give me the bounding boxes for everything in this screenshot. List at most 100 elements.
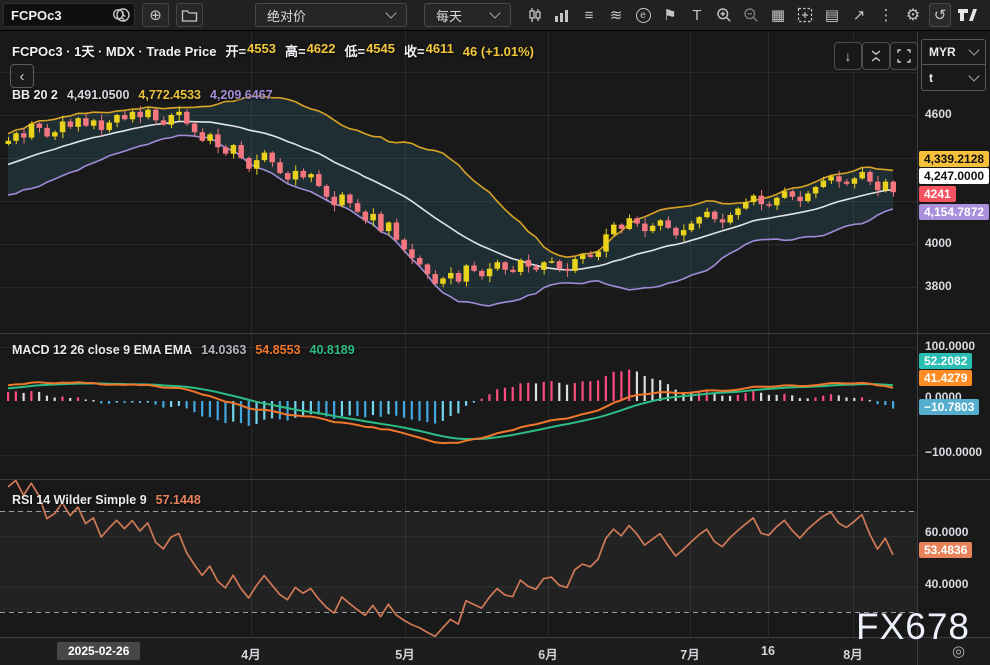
candles-style-icon[interactable] [524, 3, 546, 27]
folder-icon [181, 8, 198, 23]
time-axis-label: 6月 [513, 644, 583, 663]
trading-chart-app: FCPOc3 ⊕ 绝对价 每天 ≡≋e⚑T▦▤↗⋮⚙↺ FCPOc3 · 1 [0, 0, 990, 665]
ohlc-pair: 收=4611 [404, 41, 454, 60]
indicator-value: 4,209.6467 [210, 88, 273, 102]
ohlc-values: 开=4553 高=4622 低=4545 收=4611 [225, 41, 453, 60]
time-axis-label: 16 [733, 644, 803, 658]
axis-tick: 4000 [925, 236, 952, 250]
ohlc-label: 高= [285, 41, 306, 60]
axis-tick: −100.0000 [925, 445, 982, 459]
chevron-left-icon: ‹ [20, 68, 25, 85]
ohlc-value: 4622 [307, 41, 336, 60]
screenshot-icon[interactable] [794, 3, 816, 27]
ohlc-value: 4553 [247, 41, 276, 60]
add-symbol-button[interactable]: ⊕ [142, 3, 169, 27]
axis-value-badge: 4241 [919, 186, 956, 202]
bb-indicator-legend[interactable]: BB 20 2 4,491.0500 4,772.4533 4,209.6467 [12, 88, 273, 102]
price-axis-separator[interactable] [917, 30, 918, 665]
axis-tick: 100.0000 [925, 339, 975, 353]
fullscreen-pane-button[interactable] [890, 42, 918, 70]
back-button[interactable]: ‹ [10, 64, 34, 88]
alert-flag-icon[interactable]: ⚑ [659, 3, 681, 27]
price-mode-select[interactable]: 绝对价 [255, 3, 407, 27]
price-pane-canvas[interactable] [0, 30, 917, 333]
axis-tick: 40.0000 [925, 577, 968, 591]
symbol-legend-row[interactable]: FCPOc3 · 1天 · MDX · Trade Price 开=4553 高=… [12, 41, 534, 60]
indicator-value: 57.1448 [156, 493, 201, 507]
interval-select[interactable]: 每天 [424, 3, 511, 27]
change-value: 46 (+1.01%) [463, 44, 534, 59]
axis-tick: 3800 [925, 279, 952, 293]
rsi-indicator-legend[interactable]: RSI 14 Wilder Simple 9 57.1448 [12, 493, 201, 507]
notes-icon[interactable]: ▤ [821, 3, 843, 27]
undo-icon[interactable]: ↺ [929, 3, 951, 27]
time-axis-label: 7月 [655, 644, 725, 663]
circled-e-icon[interactable]: e [632, 3, 654, 27]
export-chart-icon[interactable]: ↗ [848, 3, 870, 27]
ohlc-pair: 高=4622 [285, 41, 336, 60]
open-layout-button[interactable] [176, 3, 203, 27]
indicator-value: 4,491.0500 [67, 88, 130, 102]
chevron-down-icon [489, 7, 500, 18]
zoom-in-icon[interactable] [713, 3, 735, 27]
unit-value: t [929, 71, 933, 85]
waves-icon[interactable]: ≋ [605, 3, 627, 27]
fx678-watermark: FX678 [856, 606, 970, 648]
chart-history-button[interactable] [110, 3, 136, 27]
indicator-value: 4,772.4533 [138, 88, 201, 102]
text-tool-icon[interactable]: T [686, 3, 708, 27]
chevron-down-icon [385, 7, 396, 18]
more-options-icon[interactable]: ⋮ [875, 3, 897, 27]
symbol-title: FCPOc3 · 1天 · MDX · Trade Price [12, 41, 216, 60]
settings-gear-icon[interactable]: ⚙ [902, 3, 924, 27]
zoom-out-icon[interactable] [740, 3, 762, 27]
axis-value-badge: 4,247.0000 [919, 168, 989, 184]
pane-divider[interactable] [0, 333, 990, 334]
clock-icon [115, 7, 131, 23]
axis-value-badge: 4,154.7872 [919, 204, 989, 220]
plus-circle-icon: ⊕ [149, 6, 162, 24]
collapse-icon [869, 49, 883, 63]
chevron-down-icon [968, 44, 979, 55]
collapse-pane-button[interactable] [862, 42, 890, 70]
bars-chart-icon[interactable] [551, 3, 573, 27]
circled-e-glyph: e [636, 8, 651, 23]
compare-lines-icon[interactable]: ≡ [578, 3, 600, 27]
rsi-name: RSI 14 Wilder Simple 9 [12, 493, 147, 507]
range-start-badge: 2025-02-26 [57, 642, 140, 660]
unit-select[interactable]: t [922, 65, 985, 90]
time-axis-label: 5月 [370, 644, 440, 663]
symbol-search-value: FCPOc3 [11, 8, 62, 23]
ohlc-pair: 开=4553 [225, 41, 276, 60]
scroll-to-latest-button[interactable]: ↓ [834, 42, 862, 70]
macd-indicator-legend[interactable]: MACD 12 26 close 9 EMA EMA 14.036354.855… [12, 343, 355, 357]
pane-divider[interactable] [0, 479, 990, 480]
pane-divider [0, 637, 990, 638]
ohlc-pair: 低=4545 [344, 41, 395, 60]
axis-value-badge: −10.7803 [919, 399, 979, 415]
bb-name: BB 20 2 [12, 88, 58, 102]
currency-value: MYR [929, 45, 956, 59]
axis-value-badge: 52.2082 [919, 353, 972, 369]
ohlc-label: 开= [225, 41, 246, 60]
axis-tick: 4600 [925, 107, 952, 121]
time-axis-label: 4月 [216, 644, 286, 663]
ohlc-value: 4545 [366, 41, 395, 60]
currency-unit-box: MYR t [921, 39, 986, 91]
arrow-down-icon: ↓ [845, 48, 852, 64]
price-mode-value: 绝对价 [267, 6, 306, 25]
ohlc-value: 4611 [426, 41, 454, 60]
toolbar-icon-group: ≡≋ e ⚑T ▦ ▤↗⋮⚙↺ [524, 0, 978, 30]
time-axis[interactable]: 2025-02-26 4月5月6月7月168月 [0, 638, 990, 665]
tradingview-logo-icon[interactable] [956, 3, 978, 27]
axis-tick: 60.0000 [925, 525, 968, 539]
top-toolbar: FCPOc3 ⊕ 绝对价 每天 ≡≋ e ⚑T ▦ ▤↗⋮⚙↺ [0, 0, 990, 31]
indicator-value: 14.0363 [201, 343, 246, 357]
chevron-down-icon [968, 70, 979, 81]
indicator-value: 54.8553 [255, 343, 300, 357]
ohlc-label: 低= [344, 41, 365, 60]
currency-select[interactable]: MYR [922, 40, 985, 65]
axis-value-badge: 41.4279 [919, 370, 972, 386]
table-icon[interactable]: ▦ [767, 3, 789, 27]
interval-value: 每天 [436, 6, 462, 25]
